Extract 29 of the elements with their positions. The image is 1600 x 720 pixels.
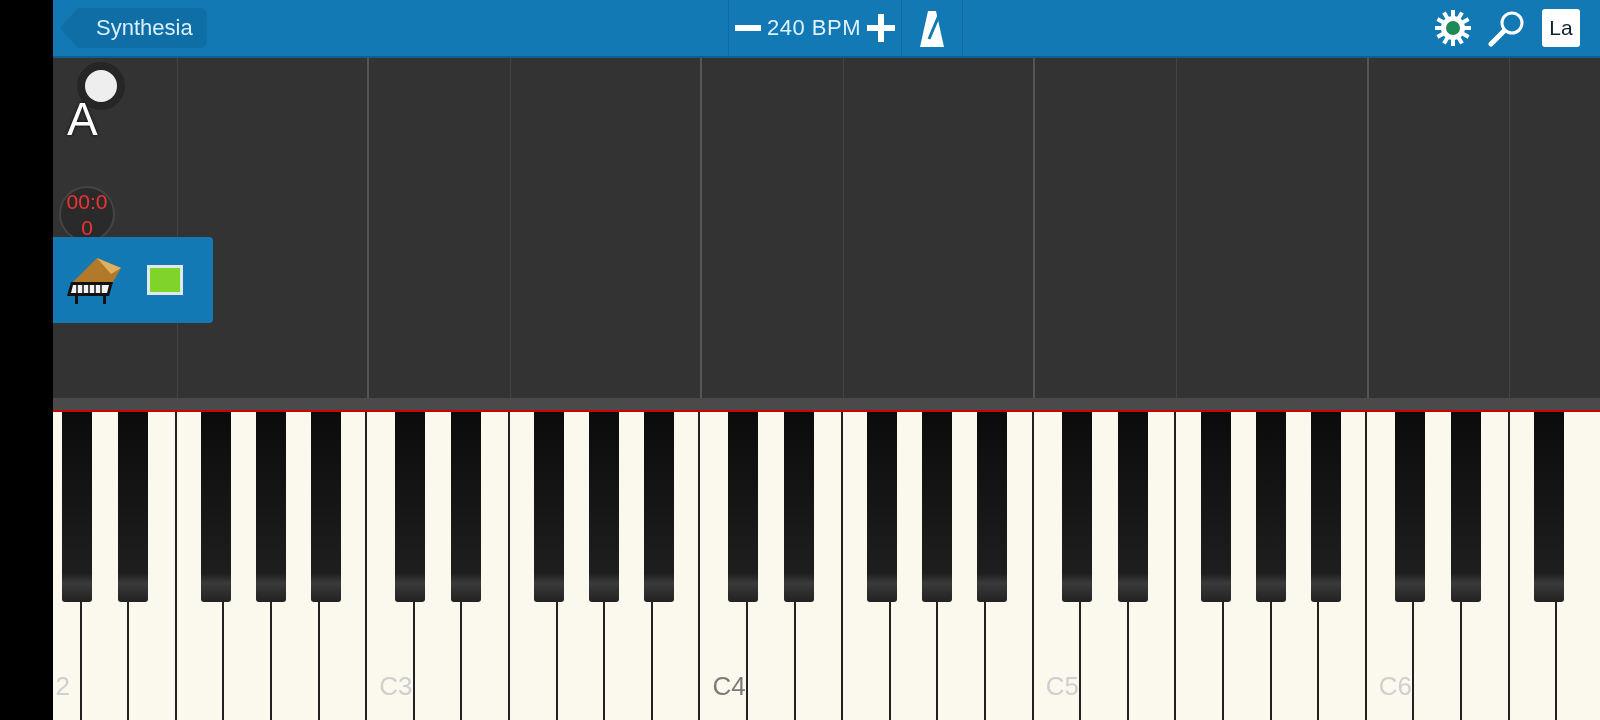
sharp-key[interactable] [1394,412,1425,602]
search-icon[interactable] [1488,9,1526,47]
back-button[interactable]: Synthesia [60,8,207,48]
minus-icon [735,25,761,31]
language-button[interactable]: La [1542,9,1580,47]
tempo-label: 240 BPM [767,15,861,41]
sharp-key[interactable] [1533,412,1564,602]
sharp-key[interactable] [395,412,426,602]
sharp-key[interactable] [1200,412,1231,602]
metronome-icon [920,9,944,47]
sharp-key[interactable] [1117,412,1148,602]
track-color-swatch[interactable] [147,265,183,295]
sharp-key[interactable] [451,412,482,602]
sharp-key[interactable] [1255,412,1286,602]
sharp-key[interactable] [977,412,1008,602]
sharp-key[interactable] [534,412,565,602]
sharp-key[interactable] [589,412,620,602]
sharp-key[interactable] [644,412,675,602]
sharp-key[interactable] [728,412,759,602]
sharp-key[interactable] [867,412,898,602]
settings-icon[interactable] [1434,9,1472,47]
sharp-key[interactable] [922,412,953,602]
sharp-key[interactable] [1061,412,1092,602]
sharp-key[interactable] [1310,412,1341,602]
hand-letter: A [67,92,98,146]
sharp-key[interactable] [784,412,815,602]
plus-icon [867,14,895,42]
sharp-key[interactable] [1450,412,1481,602]
key-label: C4 [712,671,746,702]
